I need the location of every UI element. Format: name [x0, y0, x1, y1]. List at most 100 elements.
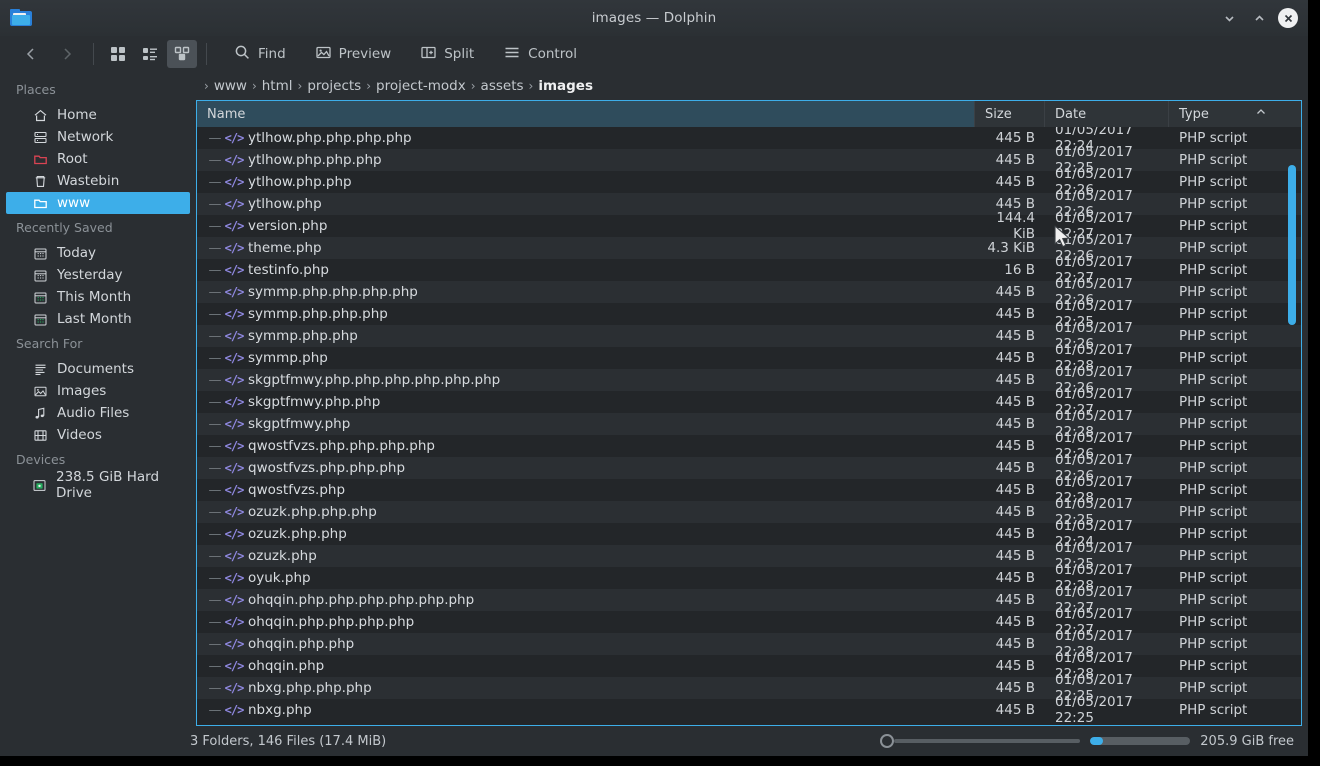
view-compact-button[interactable]	[135, 40, 165, 68]
file-name-cell[interactable]: — </> symmp.php	[197, 350, 975, 366]
php-file-icon: </>	[224, 307, 245, 321]
file-name-cell[interactable]: — </> ozuzk.php.php	[197, 526, 975, 542]
sidebar-label: Last Month	[57, 311, 132, 327]
breadcrumb-item-projects[interactable]: projects	[304, 78, 364, 94]
file-name-cell[interactable]: — </> ohqqin.php	[197, 658, 975, 674]
breadcrumb-item-project-modx[interactable]: project-modx	[373, 78, 469, 94]
file-name: ytlhow.php	[248, 196, 322, 212]
file-size: 445 B	[995, 570, 1035, 586]
file-name-cell[interactable]: — </> ytlhow.php.php.php.php	[197, 130, 975, 146]
file-name-cell[interactable]: — </> skgptfmwy.php	[197, 416, 975, 432]
vertical-scrollbar[interactable]	[1288, 165, 1296, 325]
sidebar-item-wastebin[interactable]: Wastebin	[6, 170, 190, 192]
file-type: PHP script	[1179, 196, 1248, 212]
dolphin-window: images — Dolphin Find Preview Split Cont…	[0, 0, 1308, 756]
breadcrumb-item-assets[interactable]: assets	[478, 78, 527, 94]
file-type: PHP script	[1179, 680, 1248, 696]
file-name-cell[interactable]: — </> ytlhow.php.php	[197, 174, 975, 190]
file-size: 445 B	[995, 460, 1035, 476]
chevron-right-icon: ›	[297, 79, 303, 93]
sidebar-item-today[interactable]: Today	[6, 242, 190, 264]
sidebar-label: Videos	[57, 427, 102, 443]
sidebar-item-images[interactable]: Images	[6, 380, 190, 402]
file-name: symmp.php.php	[248, 328, 358, 344]
sidebar-item-videos[interactable]: Videos	[6, 424, 190, 446]
file-name: ozuzk.php.php.php	[248, 504, 377, 520]
file-name-cell[interactable]: — </> skgptfmwy.php.php.php.php.php.php	[197, 372, 975, 388]
php-file-icon: </>	[224, 241, 245, 255]
file-name-cell[interactable]: — </> ohqqin.php.php.php.php.php.php	[197, 592, 975, 608]
file-name-cell[interactable]: — </> ozuzk.php	[197, 548, 975, 564]
file-type: PHP script	[1179, 284, 1248, 300]
file-size: 445 B	[995, 636, 1035, 652]
file-rows[interactable]: — </> ytlhow.php.php.php.php 445 B 01/05/201…	[197, 127, 1301, 725]
music-note-icon	[32, 405, 48, 421]
file-name-cell[interactable]: — </> symmp.php.php.php.php	[197, 284, 975, 300]
sidebar-item-root[interactable]: Root	[6, 148, 190, 170]
sidebar-item-documents[interactable]: Documents	[6, 358, 190, 380]
file-name-cell[interactable]: — </> symmp.php.php	[197, 328, 975, 344]
sidebar-item-network[interactable]: Network	[6, 126, 190, 148]
column-header-date[interactable]: Date	[1045, 101, 1169, 127]
file-name-cell[interactable]: — </> skgptfmwy.php.php	[197, 394, 975, 410]
file-name-cell[interactable]: — </> ytlhow.php.php.php	[197, 152, 975, 168]
zoom-slider[interactable]	[880, 733, 1081, 749]
view-icons-button[interactable]	[103, 40, 133, 68]
file-name-cell[interactable]: — </> version.php	[197, 218, 975, 234]
file-name-cell[interactable]: — </> testinfo.php	[197, 262, 975, 278]
status-bar: 3 Folders, 146 Files (17.4 MiB) 205.9 Gi…	[0, 726, 1308, 756]
sidebar-item-audio-files[interactable]: Audio Files	[6, 402, 190, 424]
find-button[interactable]: Find	[228, 40, 295, 68]
sidebar-label: Yesterday	[57, 267, 123, 283]
file-name-cell[interactable]: — </> ohqqin.php.php	[197, 636, 975, 652]
preview-button[interactable]: Preview	[309, 40, 401, 68]
find-label: Find	[258, 46, 286, 62]
file-name-cell[interactable]: — </> qwostfvzs.php.php.php.php	[197, 438, 975, 454]
sidebar-item-yesterday[interactable]: Yesterday	[6, 264, 190, 286]
file-name-cell[interactable]: — </> nbxg.php.php.php	[197, 680, 975, 696]
file-type: PHP script	[1179, 174, 1248, 190]
split-button[interactable]: Split	[414, 40, 483, 68]
tree-branch-icon: —	[208, 636, 222, 652]
sidebar-label: www	[57, 195, 91, 211]
file-name-cell[interactable]: — </> qwostfvzs.php.php.php	[197, 460, 975, 476]
breadcrumb-item-html[interactable]: html	[259, 78, 296, 94]
file-name-cell[interactable]: — </> symmp.php.php.php	[197, 306, 975, 322]
file-size: 445 B	[995, 328, 1035, 344]
breadcrumb-item-images[interactable]: images	[535, 78, 596, 94]
sidebar-item-hard-drive[interactable]: 238.5 GiB Hard Drive	[6, 469, 190, 501]
file-name-cell[interactable]: — </> nbxg.php	[197, 702, 975, 718]
file-name-cell[interactable]: — </> oyuk.php	[197, 570, 975, 586]
file-list-view: Name Size Date Type — </> ytlhow.php.php…	[196, 100, 1302, 726]
toolbar-divider-2	[206, 43, 207, 65]
close-icon[interactable]	[1278, 8, 1298, 28]
file-type: PHP script	[1179, 218, 1248, 234]
file-name-cell[interactable]: — </> theme.php	[197, 240, 975, 256]
calendar-icon	[32, 245, 48, 261]
file-size: 16 B	[1004, 262, 1035, 278]
control-button[interactable]: Control	[497, 40, 586, 68]
file-name-cell[interactable]: — </> ohqqin.php.php.php.php	[197, 614, 975, 630]
chevron-down-icon[interactable]	[1218, 7, 1240, 29]
sidebar-item-last-month[interactable]: Last Month	[6, 308, 190, 330]
chevron-up-icon	[1255, 106, 1267, 122]
table-row[interactable]: — </> nbxg.php 445 B 01/05/2017 22:25 PHP scr…	[197, 694, 1301, 725]
column-header-type[interactable]: Type	[1169, 101, 1277, 127]
sidebar-item-this-month[interactable]: This Month	[6, 286, 190, 308]
image-icon	[32, 383, 48, 399]
file-size: 445 B	[995, 416, 1035, 432]
file-name-cell[interactable]: — </> ytlhow.php	[197, 196, 975, 212]
breadcrumb-item-www[interactable]: www	[211, 78, 250, 94]
view-details-button[interactable]	[167, 40, 197, 68]
back-button[interactable]	[14, 40, 48, 68]
sidebar-item-www[interactable]: www	[6, 192, 190, 214]
file-name-cell[interactable]: — </> ozuzk.php.php.php	[197, 504, 975, 520]
file-size: 144.4 KiB	[996, 210, 1035, 242]
sidebar-item-home[interactable]: Home	[6, 104, 190, 126]
file-name-cell[interactable]: — </> qwostfvzs.php	[197, 482, 975, 498]
forward-button[interactable]	[50, 40, 84, 68]
zoom-slider-handle[interactable]	[880, 734, 895, 748]
chevron-up-icon[interactable]	[1248, 7, 1270, 29]
column-header-size[interactable]: Size	[975, 101, 1045, 127]
column-header-name[interactable]: Name	[197, 101, 975, 127]
